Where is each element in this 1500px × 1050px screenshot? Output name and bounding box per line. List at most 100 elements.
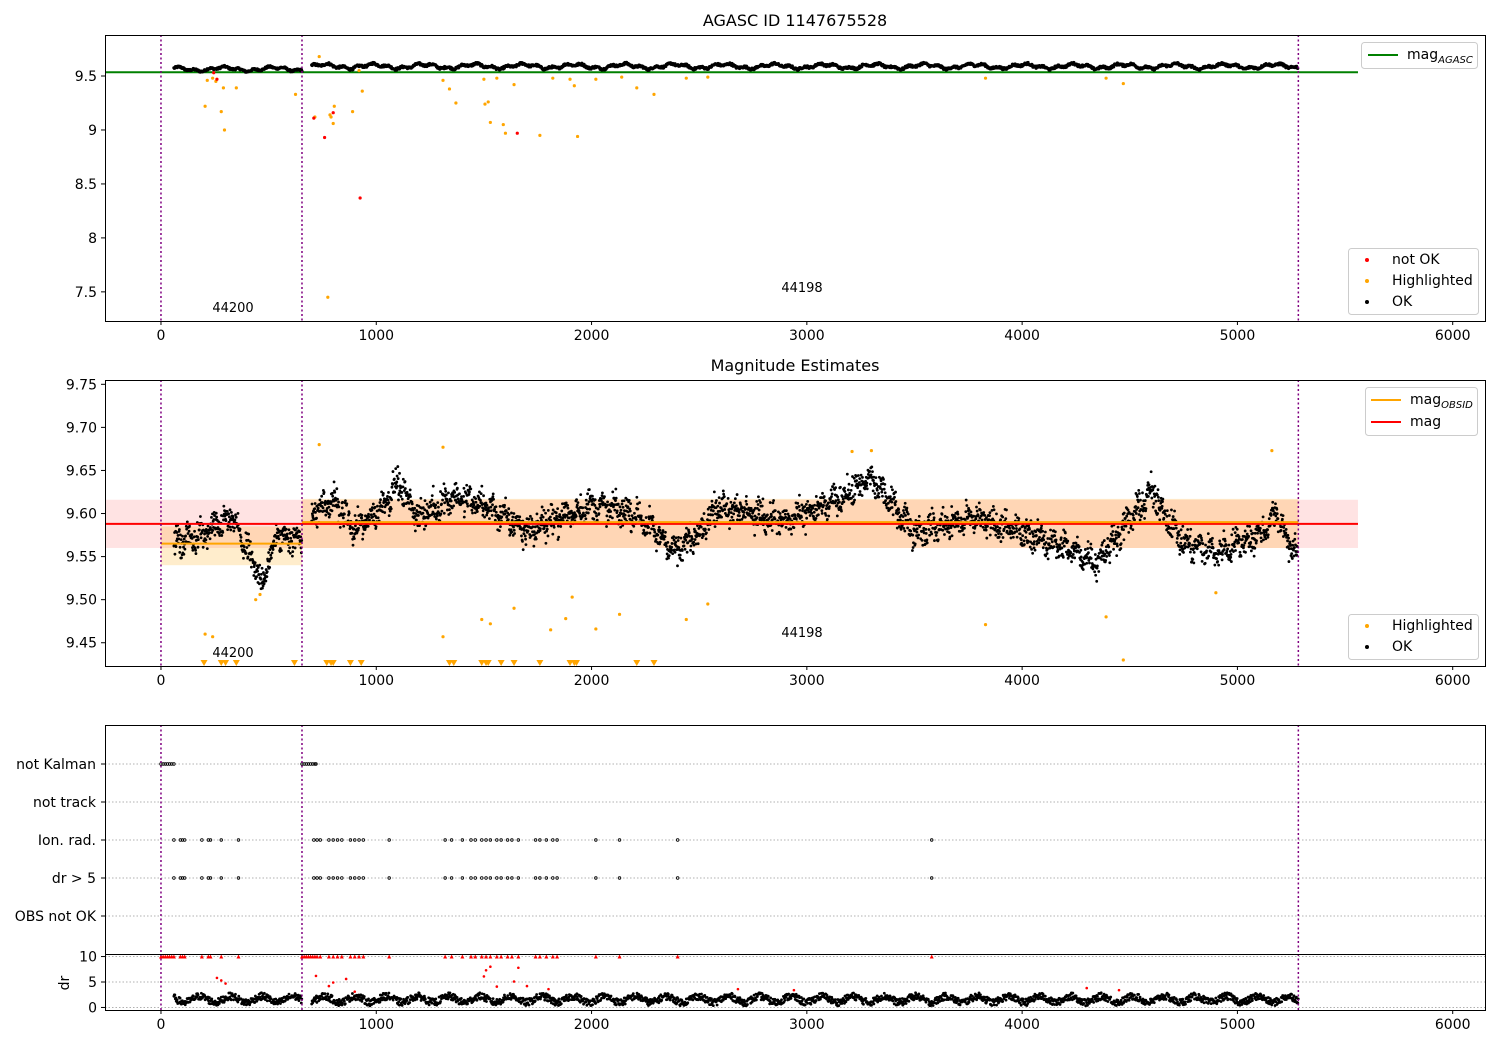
ok-point [295, 526, 299, 530]
ok-point [315, 525, 319, 529]
ok-point [997, 535, 1001, 539]
ok-point [888, 495, 892, 499]
ok-point [1107, 545, 1111, 549]
ok-point [1024, 536, 1028, 539]
ok-point [755, 500, 759, 503]
ok-point [593, 503, 597, 507]
ok-point [1111, 530, 1115, 533]
ok-point [858, 490, 862, 493]
ok-point [811, 506, 815, 510]
ok-point [393, 490, 397, 494]
ok-point [913, 542, 917, 546]
ok-point [210, 515, 213, 519]
ok-point [945, 516, 949, 519]
ok-point [684, 538, 688, 542]
ok-point [1141, 509, 1145, 513]
ok-point [673, 550, 677, 554]
ok-point [676, 564, 679, 568]
ok-point [813, 503, 816, 507]
ok-point [924, 527, 928, 531]
ok-point [717, 496, 721, 499]
ok-point [558, 515, 562, 519]
ok-point [822, 504, 825, 507]
ok-point [344, 499, 347, 503]
ok-point [865, 481, 869, 485]
ok-point [1004, 517, 1008, 521]
ok-point [489, 509, 493, 513]
ok-point [716, 504, 720, 508]
ok-point [298, 530, 302, 534]
ok-point [208, 537, 212, 541]
ok-point [940, 512, 944, 516]
ok-point [373, 505, 377, 509]
ok-point [290, 531, 294, 534]
ok-point [653, 530, 657, 534]
ok-point [430, 498, 434, 502]
ok-point [890, 485, 893, 489]
ok-point [605, 514, 609, 518]
highlighted-point [441, 78, 445, 82]
ok-point [227, 512, 231, 516]
ok-point [526, 529, 530, 533]
ok-point [452, 504, 455, 508]
ok-point [829, 488, 833, 492]
ok-point [507, 507, 511, 511]
ok-point [199, 515, 202, 518]
ok-point [360, 516, 364, 520]
ok-point [401, 477, 405, 481]
ok-point [759, 501, 762, 504]
ok-point [677, 536, 680, 539]
ok-point [846, 488, 850, 492]
ok-point [1037, 541, 1041, 545]
highlighted-point [203, 104, 207, 108]
ok-point [676, 539, 680, 542]
ok-point [1030, 547, 1034, 551]
ok-point [521, 539, 524, 543]
ok-point [687, 531, 691, 535]
ok-point [963, 526, 966, 530]
ok-point [371, 502, 375, 506]
ok-point [236, 511, 240, 515]
ok-point [1035, 534, 1038, 537]
ok-point [932, 512, 935, 515]
ok-point [703, 528, 707, 531]
ok-point [465, 483, 469, 487]
ok-point [1144, 507, 1148, 511]
ok-point [1042, 534, 1046, 538]
ok-point [744, 494, 748, 498]
ok-point [337, 500, 340, 504]
ok-point [915, 530, 919, 534]
ok-point [891, 513, 895, 517]
ok-point [445, 497, 449, 501]
not-ok-point [212, 71, 216, 75]
ok-point [1064, 550, 1068, 554]
highlighted-point [331, 121, 335, 126]
highlighted-point [350, 110, 355, 114]
ok-point [242, 545, 246, 549]
ok-point [704, 537, 708, 541]
ok-point [220, 534, 224, 537]
ok-point [1100, 543, 1104, 547]
ok-point [692, 540, 696, 544]
ok-point [341, 516, 345, 520]
ok-point [1085, 561, 1089, 565]
ok-point [635, 495, 639, 499]
ok-point [1086, 540, 1090, 543]
ok-point [1089, 556, 1093, 560]
ok-point [730, 515, 734, 519]
highlighted-point [620, 75, 624, 79]
ok-point [182, 552, 186, 556]
ok-point [584, 517, 588, 521]
ok-point [1140, 514, 1143, 518]
ok-point [804, 511, 808, 515]
ok-point [417, 514, 420, 517]
ok-point [1069, 551, 1073, 555]
ok-point [1135, 495, 1139, 498]
ok-point [894, 500, 898, 503]
ok-point [333, 490, 337, 494]
ok-point [1093, 553, 1097, 556]
ok-point [618, 505, 622, 509]
ok-point [575, 498, 578, 502]
ok-point [401, 485, 405, 489]
ok-point [903, 505, 906, 509]
